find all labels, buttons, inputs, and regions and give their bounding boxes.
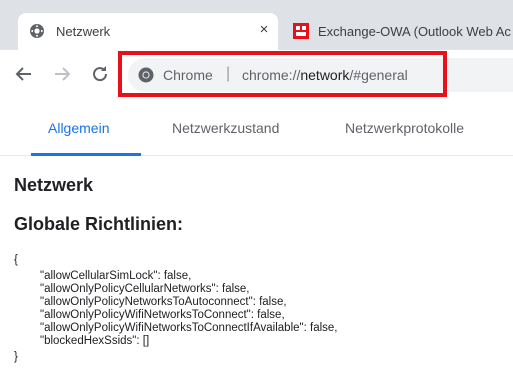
- json-close-brace: }: [14, 351, 18, 363]
- reload-icon[interactable]: [88, 62, 112, 86]
- active-tab-indicator: [31, 153, 141, 156]
- page-title: Netzwerk: [14, 175, 94, 195]
- close-tab-icon[interactable]: ×: [254, 20, 274, 40]
- tab-title: Netzwerk: [56, 24, 111, 39]
- json-line: "blockedHexSsids": []: [40, 335, 150, 347]
- back-arrow-icon[interactable]: [12, 62, 36, 86]
- json-line: "allowOnlyPolicyWifiNetworksToConnectIfA…: [40, 322, 338, 334]
- tab-strip: Netzwerk × Exchange-OWA (Outlook Web Ac: [0, 0, 513, 50]
- tab-exchange-owa[interactable]: Exchange-OWA (Outlook Web Ac: [284, 13, 513, 50]
- json-line: "allowOnlyPolicyNetworksToAutoconnect": …: [40, 296, 287, 308]
- toolbar: Chrome | chrome://network/#general: [0, 50, 513, 100]
- tab-netzwerkzustand[interactable]: Netzwerkzustand: [172, 120, 279, 136]
- json-line: "allowOnlyPolicyWifiNetworksToConnect": …: [40, 309, 285, 321]
- owa-logo-icon: [293, 23, 309, 39]
- settings-gear-icon: [29, 23, 45, 39]
- json-line: "allowOnlyPolicyCellularNetworks": false…: [40, 283, 250, 295]
- section-title: Globale Richtlinien:: [14, 214, 184, 234]
- json-open-brace: {: [14, 254, 18, 266]
- forward-arrow-icon[interactable]: [50, 62, 74, 86]
- highlight-box: [118, 51, 447, 97]
- tab-title: Exchange-OWA (Outlook Web Ac: [318, 24, 511, 39]
- json-line: "allowCellularSimLock": false,: [40, 270, 192, 282]
- policy-json: { "allowCellularSimLock": false, "allowO…: [14, 254, 337, 364]
- tab-netzwerkprotokolle[interactable]: Netzwerkprotokolle: [345, 120, 464, 136]
- tab-allgemein[interactable]: Allgemein: [48, 120, 109, 136]
- page-tab-bar: Allgemein Netzwerkzustand Netzwerkprotok…: [0, 100, 513, 156]
- tab-netzwerk[interactable]: Netzwerk ×: [18, 13, 278, 50]
